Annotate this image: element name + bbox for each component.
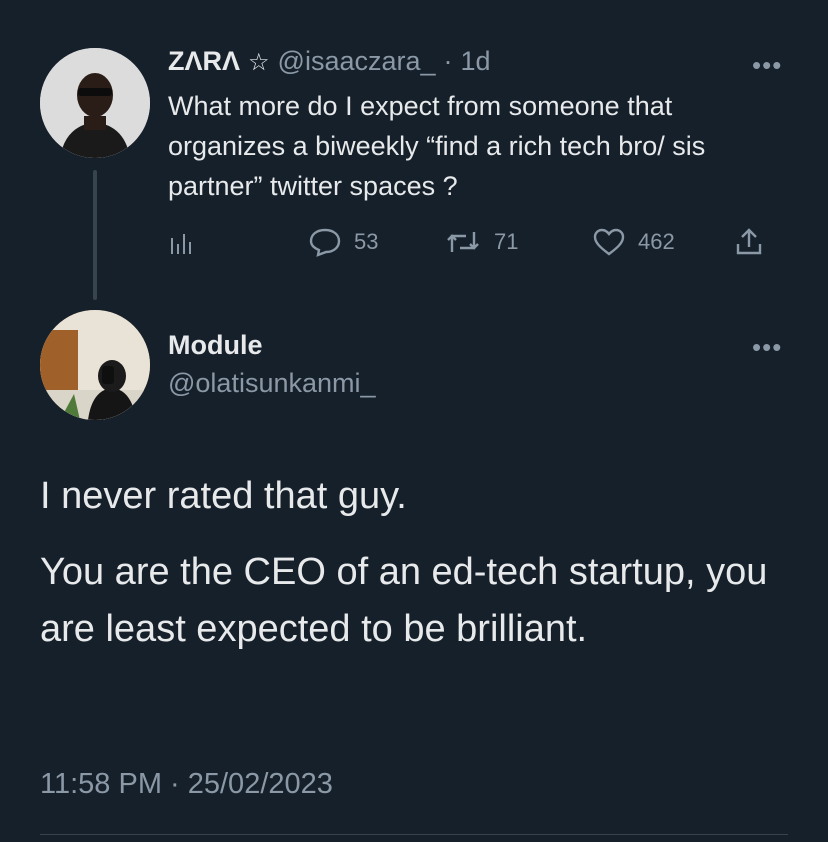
analytics-button[interactable] (168, 230, 196, 256)
reply-more-button[interactable]: ••• (752, 334, 782, 360)
retweet-icon (447, 232, 479, 252)
share-icon (736, 228, 762, 255)
reply-button[interactable]: 53 (308, 226, 378, 258)
reply-display-name[interactable]: Module (168, 330, 263, 361)
star-badge-icon: ☆ (248, 49, 270, 76)
reply-handle[interactable]: @olatisunkanmi_ (168, 368, 376, 399)
reply-icon (309, 228, 341, 257)
parent-tweet-text: What more do I expect from someone that … (168, 91, 706, 201)
bottom-divider (40, 834, 788, 835)
like-count: 462 (638, 229, 675, 254)
reply-text-paragraph-2: You are the CEO of an ed-tech startup, y… (40, 551, 768, 650)
thread-line (93, 170, 97, 300)
parent-handle[interactable]: @isaaczara_ (278, 46, 436, 77)
reply-count: 53 (354, 229, 379, 254)
reply-avatar[interactable] (40, 310, 150, 420)
dot-separator: · (443, 46, 453, 76)
parent-display-name[interactable]: ZΛRΛ (168, 46, 240, 77)
parent-header: ZΛRΛ ☆ @isaaczara_ · 1d (168, 46, 491, 77)
parent-avatar[interactable] (40, 48, 150, 158)
reply-text-paragraph-1: I never rated that guy. (40, 475, 407, 517)
share-button[interactable] (734, 226, 764, 258)
like-button[interactable]: 462 (592, 226, 675, 258)
retweet-button[interactable]: 71 (444, 226, 518, 258)
parent-actions: 53 71 462 (168, 226, 768, 260)
retweet-count: 71 (494, 229, 519, 254)
reply-avatar-image (40, 310, 150, 420)
analytics-icon (171, 234, 191, 254)
reply-timestamp[interactable]: 11:58 PM · 25/02/2023 (40, 768, 333, 801)
parent-more-button[interactable]: ••• (752, 52, 782, 78)
like-icon (593, 228, 625, 256)
parent-time[interactable]: 1d (461, 46, 491, 77)
parent-avatar-image (40, 48, 150, 158)
